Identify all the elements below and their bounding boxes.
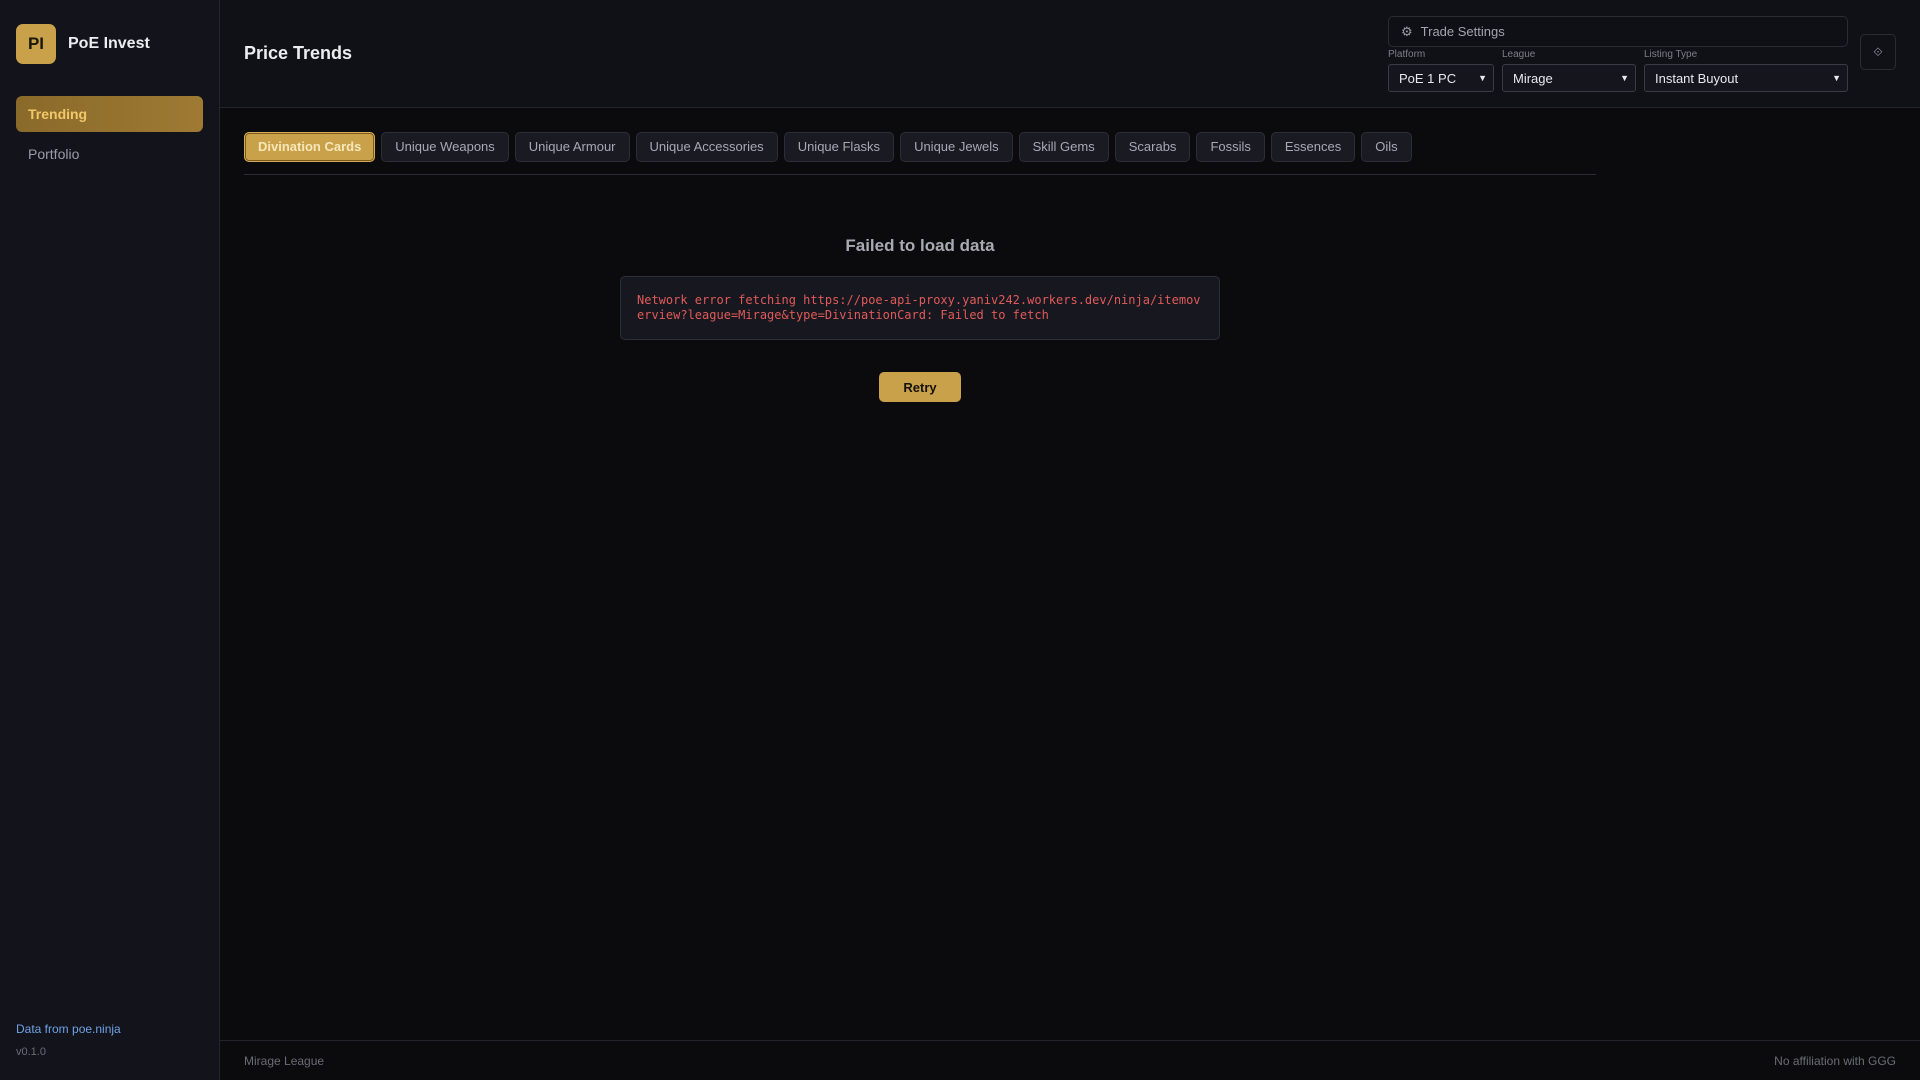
tab-fossils[interactable]: Fossils <box>1196 132 1265 162</box>
brand-name: PoE Invest <box>68 35 150 52</box>
league-select[interactable]: Mirage ▼ <box>1502 64 1636 92</box>
version-label: v0.1.0 <box>16 1046 46 1058</box>
data-source-link[interactable]: Data from poe.ninja <box>16 1022 203 1036</box>
sidebar: PI PoE Invest Trending Portfolio Data fr… <box>0 0 220 1080</box>
gear-icon: ⚙ <box>1401 23 1413 39</box>
listing-type-select[interactable]: Instant Buyout ▼ <box>1644 64 1848 92</box>
retry-button[interactable]: Retry <box>879 372 961 402</box>
error-message: Network error fetching https://poe-api-p… <box>620 276 1220 340</box>
footer: Mirage League No affiliation with GGG <box>220 1040 1920 1080</box>
footer-disclaimer: No affiliation with GGG <box>1774 1053 1896 1068</box>
brand[interactable]: PI PoE Invest <box>16 24 203 64</box>
tab-unique-jewels[interactable]: Unique Jewels <box>900 132 1013 162</box>
tab-essences[interactable]: Essences <box>1270 132 1356 162</box>
listing-type-value: Instant Buyout <box>1655 70 1739 86</box>
trade-settings: ⚙ Trade Settings Platform PoE 1 PC ▼ Lea… <box>1388 16 1848 92</box>
collapse-icon: ⟐ <box>1873 44 1883 59</box>
platform-group: Platform PoE 1 PC ▼ <box>1388 48 1494 92</box>
tab-oils[interactable]: Oils <box>1361 132 1412 162</box>
tab-unique-flasks[interactable]: Unique Flasks <box>783 132 895 162</box>
trade-selects: Platform PoE 1 PC ▼ League Mirage ▼ List… <box>1388 48 1848 92</box>
tab-unique-accessories[interactable]: Unique Accessories <box>635 132 778 162</box>
league-value: Mirage <box>1513 70 1553 86</box>
content: Divination Cards Unique Weapons Unique A… <box>220 108 1920 1040</box>
error-title: Failed to load data <box>845 236 995 255</box>
trade-settings-label: Trade Settings <box>1420 24 1505 39</box>
tab-unique-armour[interactable]: Unique Armour <box>514 132 630 162</box>
collapse-panel-button[interactable]: ⟐ <box>1860 34 1896 70</box>
tab-label: Divination Cards <box>258 139 362 154</box>
app-root: PI PoE Invest Trending Portfolio Data fr… <box>0 0 1920 1080</box>
trade-settings-toggle[interactable]: ⚙ Trade Settings <box>1388 16 1848 47</box>
league-group: League Mirage ▼ <box>1502 48 1636 92</box>
error-state: Failed to load data Network error fetchi… <box>244 236 1596 402</box>
main: Price Trends ⚙ Trade Settings Platform P… <box>220 0 1920 1080</box>
category-tabs: Divination Cards Unique Weapons Unique A… <box>244 132 1596 175</box>
footer-league: Mirage League <box>244 1053 325 1068</box>
platform-select[interactable]: PoE 1 PC ▼ <box>1388 64 1494 92</box>
tab-unique-weapons[interactable]: Unique Weapons <box>381 132 509 162</box>
chevron-down-icon: ▼ <box>1620 73 1629 83</box>
page-title: Price Trends <box>244 43 353 63</box>
listing-type-label: Listing Type <box>1644 49 1698 60</box>
tab-scarabs[interactable]: Scarabs <box>1114 132 1191 162</box>
sidebar-item-portfolio[interactable]: Portfolio <box>16 136 203 172</box>
chevron-down-icon: ▼ <box>1478 73 1487 83</box>
header: Price Trends ⚙ Trade Settings Platform P… <box>220 0 1920 108</box>
tab-skill-gems[interactable]: Skill Gems <box>1018 132 1109 162</box>
platform-label: Platform <box>1388 49 1426 60</box>
league-label: League <box>1502 49 1536 60</box>
logo: PI <box>16 24 56 64</box>
sidebar-item-trending[interactable]: Trending <box>16 96 203 132</box>
tab-divination-cards[interactable]: Divination Cards <box>244 132 376 162</box>
platform-value: PoE 1 PC <box>1399 70 1457 86</box>
listing-type-group: Listing Type Instant Buyout ▼ <box>1644 48 1848 92</box>
chevron-down-icon: ▼ <box>1832 73 1841 83</box>
